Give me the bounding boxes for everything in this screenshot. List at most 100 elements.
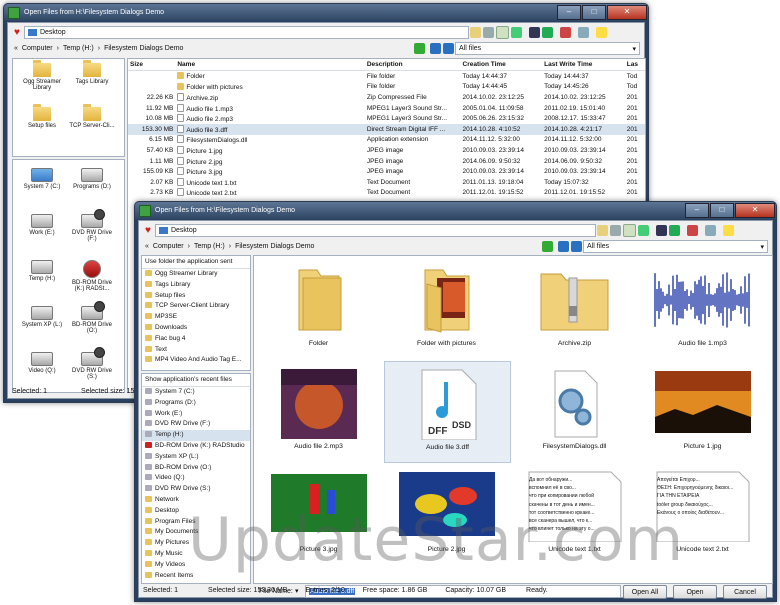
front-filter-select[interactable]: All files ▾ (583, 240, 768, 253)
sent-folder-item[interactable]: Tags Library (142, 280, 250, 291)
sent-folder-item[interactable]: TCP Server-Client Library (142, 301, 250, 312)
table-row[interactable]: 11.92 MB Audio file 1.mp3 MPEG1 Layer3 Sou… (128, 103, 645, 114)
column-header[interactable]: Creation Time (460, 59, 543, 71)
recent-item[interactable]: DVD RW Drive (S:) (142, 484, 250, 495)
table-row[interactable]: 2.73 KB Unicode text 2.txt Text Document 20… (128, 188, 645, 199)
back-address-box[interactable]: Desktop (23, 26, 469, 39)
drive-item[interactable]: Programs (D:) (67, 168, 117, 190)
back-filter-select[interactable]: All files ▾ (455, 42, 640, 55)
thumbnail-tile[interactable]: Picture 1.jpg (640, 361, 765, 461)
recent-item[interactable]: DVD RW Drive (F:) (142, 419, 250, 430)
table-row[interactable]: 1.11 MB Picture 2.jpg JPEG image 2014.06.09… (128, 156, 645, 167)
table-row[interactable]: 57.40 KB Picture 1.jpg JPEG image 2010.09.0… (128, 145, 645, 156)
folder-up-icon[interactable] (469, 27, 481, 38)
search-icon[interactable] (704, 225, 716, 236)
favorite-item[interactable]: Ogg Streamer Library (17, 60, 67, 91)
panel-icon[interactable] (655, 225, 667, 236)
settings-gear-icon[interactable] (609, 225, 621, 236)
favorite-item[interactable]: Setup files (17, 104, 67, 129)
column-header[interactable]: Size (128, 59, 176, 71)
bookmark-icon[interactable] (541, 27, 553, 38)
refresh-icon[interactable] (414, 43, 425, 54)
minimize-button[interactable]: – (557, 5, 581, 20)
thumbnail-tile[interactable]: Audio file 2.mp3 (256, 361, 381, 461)
sent-folders-header[interactable]: Use folder the application sent (142, 256, 250, 269)
thumbnail-tile[interactable]: Folder (256, 258, 381, 358)
table-row[interactable]: 22.26 KB Archive.zip Zip Compressed File 20… (128, 92, 645, 103)
maximize-button[interactable]: □ (582, 5, 606, 20)
back-title-bar[interactable]: Open Files from H:\Filesystem Dialogs De… (4, 4, 648, 21)
tools-icon[interactable] (686, 225, 698, 236)
favorite-heart-icon[interactable]: ♥ (14, 27, 20, 38)
column-header[interactable]: Name (175, 59, 365, 71)
drive-item[interactable]: DVD RW Drive (S:) (67, 347, 117, 380)
drive-item[interactable]: Video (Q:) (17, 352, 67, 374)
recent-header[interactable]: Show application's recent files (142, 374, 250, 387)
drive-item[interactable]: DVD RW Drive (F:) (67, 209, 117, 242)
back-arrow-icon[interactable] (558, 241, 569, 252)
close-button[interactable]: ✕ (607, 5, 647, 20)
drive-item[interactable]: BD-ROM Drive (O:) (67, 301, 117, 334)
table-row[interactable]: 153.30 MB Audio file 3.dff Direct Stream D… (128, 123, 645, 135)
recent-item[interactable]: System 7 (C:) (142, 387, 250, 398)
front-title-bar[interactable]: Open Files from H:\Filesystem Dialogs De… (135, 202, 776, 219)
column-header[interactable]: Description (364, 59, 461, 71)
sent-folder-item[interactable]: Flac bug 4 (142, 334, 250, 345)
drive-item[interactable]: BD-ROM Drive (K:) RADSt... (67, 260, 117, 292)
drive-item[interactable]: Temp (H:) (17, 260, 67, 282)
table-row[interactable]: Folder File folder Today 14:44:37 Today 14:… (128, 71, 645, 82)
table-row[interactable]: 10.08 MB Audio file 2.mp3 MPEG1 Layer3 Sou… (128, 113, 645, 124)
drive-item[interactable]: System 7 (C:) (17, 168, 67, 190)
view-thumbs-icon[interactable] (495, 26, 509, 39)
recent-item[interactable]: System XP (L:) (142, 452, 250, 463)
star-icon[interactable] (595, 27, 607, 38)
drive-item[interactable]: Work (E:) (17, 214, 67, 236)
sent-folder-item[interactable]: Ogg Streamer Library (142, 269, 250, 280)
thumbnail-tile[interactable]: FilesystemDialogs.dll (512, 361, 637, 461)
crumb-demo[interactable]: Filesystem Dialogs Demo (235, 243, 314, 250)
sent-folder-item[interactable]: MP3SE (142, 312, 250, 323)
sent-folder-item[interactable]: MP4 Video And Audio Tag E... (142, 355, 250, 366)
table-row[interactable]: Folder with pictures File folder Today 14:… (128, 82, 645, 93)
column-header[interactable]: Las (624, 59, 645, 71)
refresh-icon[interactable] (542, 241, 553, 252)
sent-folder-item[interactable]: Text (142, 345, 250, 356)
table-row[interactable]: 155.09 KB Picture 3.jpg JPEG image 2010.09.… (128, 166, 645, 177)
panel-icon[interactable] (528, 27, 540, 38)
view-details-icon[interactable] (510, 27, 522, 38)
back-arrow-icon[interactable] (430, 43, 441, 54)
crumb-temp[interactable]: Temp (H:) (63, 45, 94, 52)
thumbnail-tile[interactable]: Archive.zip (512, 258, 637, 358)
settings-gear-icon[interactable] (482, 27, 494, 38)
thumbnail-tile[interactable]: Folder with pictures (384, 258, 509, 358)
tools-icon[interactable] (559, 27, 571, 38)
forward-arrow-icon[interactable] (443, 43, 454, 54)
recent-item[interactable]: Video (Q:) (142, 473, 250, 484)
table-row[interactable]: 2.07 KB Unicode text 1.txt Text Document 20… (128, 177, 645, 188)
chevron-left-icon[interactable]: « (14, 45, 18, 52)
thumbnail-tile[interactable]: Audio file 1.mp3 (640, 258, 765, 358)
forward-arrow-icon[interactable] (571, 241, 582, 252)
crumb-demo[interactable]: Filesystem Dialogs Demo (104, 45, 183, 52)
recent-item[interactable]: Programs (D:) (142, 398, 250, 409)
recent-item[interactable]: BD-ROM Drive (O:) (142, 463, 250, 474)
column-header[interactable]: Last Write Time (542, 59, 625, 71)
search-icon[interactable] (577, 27, 589, 38)
crumb-computer[interactable]: Computer (22, 45, 53, 52)
recent-item[interactable]: Work (E:) (142, 409, 250, 420)
recent-item[interactable]: Temp (H:) (142, 430, 250, 441)
view-details-icon[interactable] (637, 225, 649, 236)
chevron-left-icon[interactable]: « (145, 243, 149, 250)
close-button[interactable]: ✕ (735, 203, 775, 218)
sent-folder-item[interactable]: Setup files (142, 291, 250, 302)
thumbnail-tile[interactable]: DFF DSD Audio file 3.dff (384, 361, 511, 463)
favorite-heart-icon[interactable]: ♥ (145, 225, 151, 236)
sent-folder-item[interactable]: Downloads (142, 323, 250, 334)
view-thumbs-icon[interactable] (622, 224, 636, 237)
drive-item[interactable]: System XP (L:) (17, 306, 67, 328)
maximize-button[interactable]: □ (710, 203, 734, 218)
bookmark-icon[interactable] (668, 225, 680, 236)
crumb-computer[interactable]: Computer (153, 243, 184, 250)
crumb-temp[interactable]: Temp (H:) (194, 243, 225, 250)
favorite-item[interactable]: Tags Library (67, 60, 117, 85)
